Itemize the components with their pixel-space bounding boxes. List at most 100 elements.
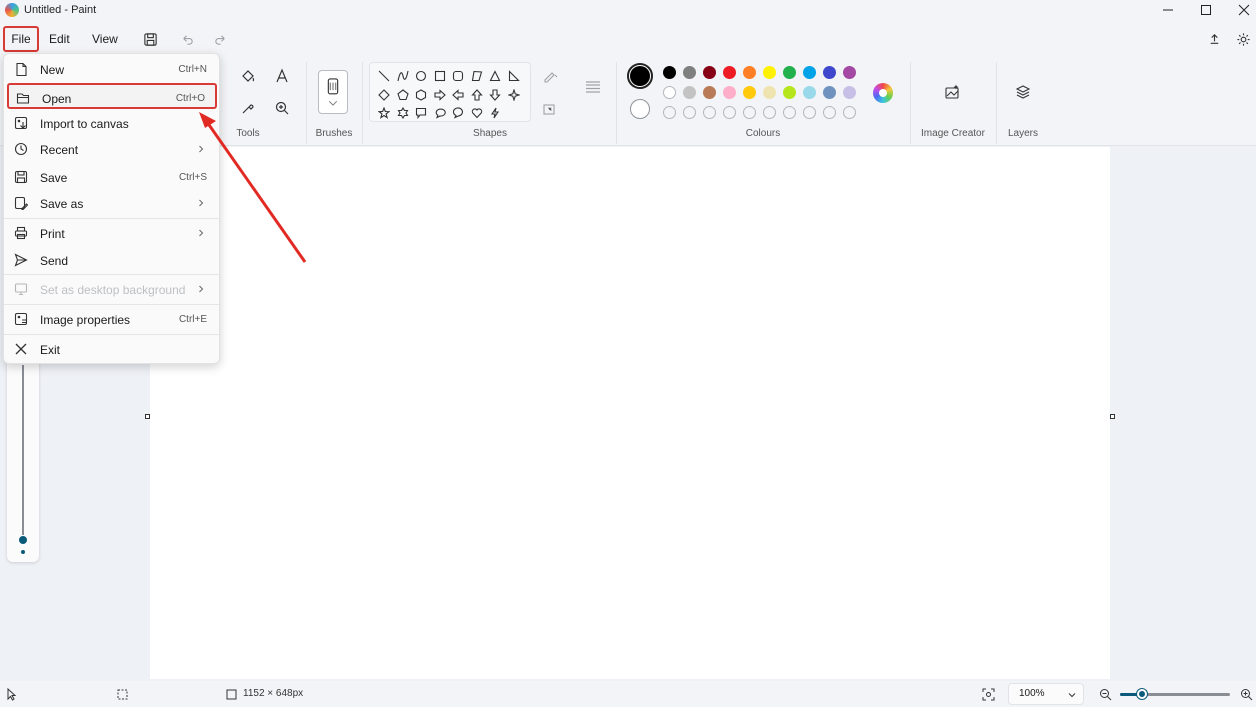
file-menu-item-recent[interactable]: Recent: [7, 136, 217, 162]
rect-callout-shape-icon[interactable]: [412, 104, 430, 122]
pentagon-shape-icon[interactable]: [394, 86, 412, 104]
file-menu-item-new[interactable]: New Ctrl+N: [7, 56, 217, 82]
color-wheel-icon[interactable]: [873, 83, 893, 103]
zoom-dropdown[interactable]: 100%: [1008, 683, 1084, 705]
line-shape-icon[interactable]: [375, 67, 393, 85]
color-swatch[interactable]: [763, 66, 776, 79]
diamond-shape-icon[interactable]: [375, 86, 393, 104]
custom-color-slot[interactable]: [783, 106, 796, 119]
color-swatch[interactable]: [703, 86, 716, 99]
color-swatch[interactable]: [663, 86, 676, 99]
color-swatch[interactable]: [803, 66, 816, 79]
custom-color-slot[interactable]: [803, 106, 816, 119]
fit-to-window-icon[interactable]: [980, 686, 996, 702]
file-menu-item-import-to-canvas[interactable]: Import to canvas: [7, 110, 217, 136]
text-tool-icon[interactable]: [272, 66, 292, 86]
custom-color-slot[interactable]: [743, 106, 756, 119]
menu-edit[interactable]: Edit: [43, 26, 76, 52]
undo-icon[interactable]: [178, 30, 196, 48]
color-swatch[interactable]: [743, 66, 756, 79]
color-swatch[interactable]: [783, 86, 796, 99]
minimize-button[interactable]: [1150, 0, 1186, 20]
color-swatch[interactable]: [783, 66, 796, 79]
oval-callout-shape-icon[interactable]: [431, 104, 449, 122]
six-point-star-shape-icon[interactable]: [394, 104, 412, 122]
zoom-slider[interactable]: [1120, 689, 1230, 699]
hexagon-shape-icon[interactable]: [412, 86, 430, 104]
left-arrow-shape-icon[interactable]: [449, 86, 467, 104]
up-arrow-shape-icon[interactable]: [468, 86, 486, 104]
maximize-button[interactable]: [1188, 0, 1224, 20]
image-creator-icon[interactable]: [942, 82, 962, 102]
fill-icon[interactable]: [540, 99, 560, 119]
color-swatch[interactable]: [683, 86, 696, 99]
file-menu-item-save[interactable]: Save Ctrl+S: [7, 164, 217, 190]
file-menu-item-send[interactable]: Send: [7, 247, 217, 273]
rounded-rectangle-shape-icon[interactable]: [449, 67, 467, 85]
right-triangle-shape-icon[interactable]: [505, 67, 523, 85]
custom-color-slot[interactable]: [723, 106, 736, 119]
fill-bucket-icon[interactable]: [238, 66, 258, 86]
brush-size-slider[interactable]: [7, 355, 39, 562]
right-arrow-shape-icon[interactable]: [431, 86, 449, 104]
polygon-shape-icon[interactable]: [468, 67, 486, 85]
close-button[interactable]: [1226, 0, 1256, 20]
share-icon[interactable]: [1205, 30, 1223, 48]
color-swatch[interactable]: [723, 66, 736, 79]
drawing-canvas[interactable]: [150, 147, 1110, 679]
cloud-callout-shape-icon[interactable]: [449, 104, 467, 122]
custom-color-slot[interactable]: [663, 106, 676, 119]
colours-group-label: Colours: [745, 128, 781, 139]
color-swatch[interactable]: [803, 86, 816, 99]
color-swatch[interactable]: [823, 66, 836, 79]
color-swatch[interactable]: [703, 66, 716, 79]
lightning-shape-icon[interactable]: [486, 104, 504, 122]
ribbon-divider: [362, 62, 363, 144]
brush-size-thumb[interactable]: [19, 536, 27, 544]
custom-color-slot[interactable]: [843, 106, 856, 119]
rectangle-shape-icon[interactable]: [431, 67, 449, 85]
triangle-shape-icon[interactable]: [486, 67, 504, 85]
secondary-color[interactable]: [630, 99, 650, 119]
custom-color-slot[interactable]: [703, 106, 716, 119]
size-icon[interactable]: [583, 76, 603, 96]
color-swatch[interactable]: [723, 86, 736, 99]
layers-icon[interactable]: [1013, 82, 1033, 102]
outline-icon[interactable]: [540, 66, 560, 86]
four-point-star-shape-icon[interactable]: [505, 86, 523, 104]
canvas-resize-handle-right[interactable]: [1110, 414, 1115, 419]
brushes-button[interactable]: [318, 70, 348, 114]
color-swatch[interactable]: [663, 66, 676, 79]
magnifier-icon[interactable]: [272, 98, 292, 118]
file-menu-item-image-properties[interactable]: Image properties Ctrl+E: [7, 306, 217, 332]
file-menu-item-print[interactable]: Print: [7, 220, 217, 246]
heart-shape-icon[interactable]: [468, 104, 486, 122]
file-menu-item-exit[interactable]: Exit: [7, 336, 217, 362]
canvas-resize-handle-left[interactable]: [145, 414, 150, 419]
curve-shape-icon[interactable]: [394, 67, 412, 85]
custom-color-slot[interactable]: [763, 106, 776, 119]
color-swatch[interactable]: [843, 86, 856, 99]
custom-color-slot[interactable]: [683, 106, 696, 119]
color-picker-icon[interactable]: [238, 98, 258, 118]
color-swatch[interactable]: [743, 86, 756, 99]
redo-icon[interactable]: [211, 30, 229, 48]
color-swatch[interactable]: [843, 66, 856, 79]
down-arrow-shape-icon[interactable]: [486, 86, 504, 104]
zoom-in-icon[interactable]: [1238, 686, 1254, 702]
custom-color-slot[interactable]: [823, 106, 836, 119]
oval-shape-icon[interactable]: [412, 67, 430, 85]
settings-icon[interactable]: [1234, 30, 1252, 48]
color-swatch[interactable]: [683, 66, 696, 79]
zoom-out-icon[interactable]: [1097, 686, 1113, 702]
five-point-star-shape-icon[interactable]: [375, 104, 393, 122]
menu-view[interactable]: View: [86, 26, 124, 52]
file-menu-item-save-as[interactable]: Save as: [7, 190, 217, 216]
zoom-slider-thumb[interactable]: [1137, 689, 1147, 699]
primary-color[interactable]: [627, 63, 653, 89]
color-swatch[interactable]: [823, 86, 836, 99]
menu-file[interactable]: File: [3, 26, 39, 52]
color-swatch[interactable]: [763, 86, 776, 99]
file-menu-item-open[interactable]: Open Ctrl+O: [7, 83, 217, 109]
save-icon[interactable]: [141, 30, 159, 48]
